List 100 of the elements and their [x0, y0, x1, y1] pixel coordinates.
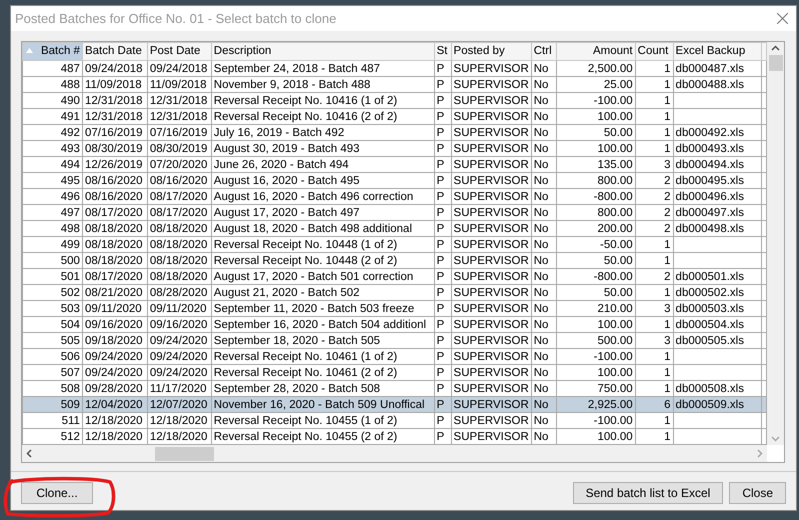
- table-cell: -100.00: [594, 414, 633, 427]
- table-row[interactable]: 504 09/16/2020 09/16/2020 September 16, 2020 - Batch 504 additionl P SUPERVISOR No 100.00 1 db000504.xls: [22, 316, 766, 333]
- dialog-button[interactable]: Send batch list to Excel: [572, 482, 724, 504]
- table-cell: 488: [60, 78, 80, 91]
- table-cell: 09/24/2018: [150, 62, 208, 75]
- table-cell: 08/17/2020: [84, 270, 143, 283]
- table-row[interactable]: 500 08/18/2020 08/18/2020 Reversal Receipt No. 10448 (2 of 2) P SUPERVISOR No 50.00 1: [22, 252, 766, 269]
- table-row[interactable]: 488 11/09/2018 11/09/2018 November 9, 2018 - Batch 488 P SUPERVISOR No 25.00 1 db000488.xls: [22, 76, 766, 93]
- table-cell: SUPERVISOR: [454, 174, 529, 187]
- table-row[interactable]: 506 09/24/2020 09/24/2020 Reversal Receipt No. 10461 (1 of 2) P SUPERVISOR No -100.00 1: [22, 348, 766, 365]
- column-header[interactable]: Posted by: [451, 42, 532, 61]
- table-cell: db000495.xls: [676, 174, 744, 187]
- table-row[interactable]: 491 12/31/2018 12/31/2018 Reversal Receipt No. 10416 (2 of 2) P SUPERVISOR No 100.00 1: [22, 108, 766, 125]
- table-cell: 210.00: [597, 302, 633, 315]
- table-cell: 501: [60, 270, 80, 283]
- scroll-down-icon[interactable]: [771, 436, 780, 442]
- table-row[interactable]: 495 08/16/2020 08/16/2020 August 16, 2020 - Batch 495 P SUPERVISOR No 800.00 2 db000495.xls: [22, 172, 766, 189]
- table-cell: 1: [664, 414, 671, 427]
- table-cell: 09/11/2020: [84, 302, 142, 315]
- table-cell: Reversal Receipt No. 10416 (1 of 2): [214, 94, 398, 107]
- table-row[interactable]: 508 09/28/2020 11/17/2020 September 28, 2020 - Batch 508 P SUPERVISOR No 750.00 1 db000508.xls: [22, 380, 766, 397]
- close-icon[interactable]: [777, 13, 788, 24]
- table-row[interactable]: 490 12/31/2018 12/31/2018 Reversal Receipt No. 10416 (1 of 2) P SUPERVISOR No -100.00 1: [22, 92, 766, 109]
- table-cell: 6: [664, 398, 671, 411]
- table-cell: SUPERVISOR: [454, 254, 529, 267]
- column-header[interactable]: Batch Date: [82, 42, 148, 61]
- table-cell: 100.00: [597, 110, 633, 123]
- table-row[interactable]: 499 08/18/2020 08/18/2020 Reversal Receipt No. 10448 (1 of 2) P SUPERVISOR No -50.00 1: [22, 236, 766, 253]
- table-cell: P: [436, 238, 444, 251]
- table-cell: P: [436, 126, 444, 139]
- table-cell: 496: [60, 190, 80, 203]
- table-cell: 1: [664, 318, 671, 331]
- table-row[interactable]: 501 08/17/2020 08/18/2020 August 17, 2020 - Batch 501 correction P SUPERVISOR No -800.00 2 db000501.xls: [22, 268, 766, 285]
- column-header[interactable]: Batch #: [22, 42, 82, 61]
- dialog-button[interactable]: Close: [729, 482, 786, 504]
- table-row[interactable]: 509 12/04/2020 12/07/2020 November 16, 2020 - Batch 509 Unoffical P SUPERVISOR No 2,925.00 6 db000509.xls: [22, 396, 766, 413]
- vertical-scrollbar[interactable]: [767, 42, 784, 445]
- column-header[interactable]: Count: [635, 42, 674, 61]
- column-header[interactable]: Ctrl: [531, 42, 556, 61]
- table-cell: August 18, 2020 - Batch 498 additional: [214, 222, 412, 235]
- table-cell: SUPERVISOR: [454, 382, 529, 395]
- table-cell: 12/31/2018: [84, 110, 143, 123]
- table-cell: 50.00: [604, 254, 633, 267]
- table-cell: No: [534, 334, 548, 347]
- table-cell: 11/17/2020: [150, 382, 207, 395]
- dialog-button[interactable]: Clone...: [21, 482, 93, 504]
- table-row[interactable]: 511 12/18/2020 12/18/2020 Reversal Receipt No. 10455 (1 of 2) P SUPERVISOR No -100.00 1: [22, 412, 766, 429]
- table-cell: 505: [60, 334, 80, 347]
- table-cell: No: [534, 158, 548, 171]
- scroll-thumb[interactable]: [768, 55, 782, 71]
- table-cell: 09/28/2020: [84, 382, 143, 395]
- scroll-thumb[interactable]: [155, 446, 214, 460]
- table-cell: 09/24/2020: [150, 334, 208, 347]
- table-cell: 512: [60, 430, 80, 443]
- table-cell: No: [534, 94, 548, 107]
- table-cell: 800.00: [597, 206, 633, 219]
- table-cell: 1: [664, 110, 671, 123]
- table-cell: SUPERVISOR: [454, 302, 529, 315]
- table-cell: 1: [664, 254, 671, 267]
- table-cell: 1: [664, 94, 671, 107]
- column-header[interactable]: Amount: [556, 42, 636, 61]
- scroll-left-icon[interactable]: [26, 449, 32, 458]
- table-cell: SUPERVISOR: [454, 126, 529, 139]
- table-row[interactable]: 503 09/11/2020 09/11/2020 September 11, 2020 - Batch 503 freeze P SUPERVISOR No 210.00 3 db000503.xls: [22, 300, 766, 317]
- table-cell: Reversal Receipt No. 10448 (1 of 2): [214, 238, 398, 251]
- horizontal-scrollbar[interactable]: [22, 445, 767, 462]
- scroll-right-icon[interactable]: [757, 449, 763, 458]
- table-row[interactable]: 487 09/24/2018 09/24/2018 September 24, 2018 - Batch 487 P SUPERVISOR No 2,500.00 1 db000487.xls: [22, 60, 766, 77]
- table-cell: db000487.xls: [676, 62, 744, 75]
- table-cell: 2: [664, 190, 671, 203]
- table-row[interactable]: 507 09/24/2020 09/24/2020 Reversal Receipt No. 10461 (2 of 2) P SUPERVISOR No 100.00 1: [22, 364, 766, 381]
- table-cell: SUPERVISOR: [454, 366, 529, 379]
- table-row[interactable]: 505 09/18/2020 09/24/2020 September 18, 2020 - Batch 505 P SUPERVISOR No 500.00 3 db000505.xls: [22, 332, 766, 349]
- table-cell: P: [436, 158, 444, 171]
- table-row[interactable]: 493 08/30/2019 08/30/2019 August 30, 2019 - Batch 493 P SUPERVISOR No 100.00 1 db000493.xls: [22, 140, 766, 157]
- column-header[interactable]: St: [434, 42, 452, 61]
- table-cell: 1: [664, 62, 671, 75]
- table-row[interactable]: 494 12/26/2019 07/20/2020 June 26, 2020 - Batch 494 P SUPERVISOR No 135.00 3 db000494.xls: [22, 156, 766, 173]
- column-header[interactable]: Description: [211, 42, 434, 61]
- table-cell: 1: [664, 350, 671, 363]
- table-cell: 08/28/2020: [150, 286, 208, 299]
- table-row[interactable]: 498 08/18/2020 08/18/2020 August 18, 2020 - Batch 498 additional P SUPERVISOR No 200.00 2 db000498.xls: [22, 220, 766, 237]
- table-cell: P: [436, 254, 444, 267]
- table-cell: No: [534, 62, 548, 75]
- table-cell: SUPERVISOR: [454, 414, 529, 427]
- table-cell: 08/18/2020: [84, 222, 143, 235]
- table-cell: db000505.xls: [676, 334, 744, 347]
- table-cell: 12/26/2019: [84, 158, 143, 171]
- table-cell: P: [436, 414, 444, 427]
- table-row[interactable]: 496 08/16/2020 08/17/2020 August 16, 2020 - Batch 496 correction P SUPERVISOR No -800.00 2 db000496.xls: [22, 188, 766, 205]
- column-header[interactable]: Excel Backup: [673, 42, 762, 61]
- column-header[interactable]: Post Date: [147, 42, 212, 61]
- table-row[interactable]: 512 12/18/2020 12/18/2020 Reversal Receipt No. 10455 (2 of 2) P SUPERVISOR No 100.00 1: [22, 428, 766, 445]
- table-row[interactable]: 497 08/17/2020 08/17/2020 August 17, 2020 - Batch 497 P SUPERVISOR No 800.00 2 db000497.xls: [22, 204, 766, 221]
- table-row[interactable]: 502 08/21/2020 08/28/2020 August 21, 2020 - Batch 502 P SUPERVISOR No 50.00 1 db000502.xls: [22, 284, 766, 301]
- scroll-up-icon[interactable]: [771, 45, 780, 51]
- table-row[interactable]: 492 07/16/2019 07/16/2019 July 16, 2019 - Batch 492 P SUPERVISOR No 50.00 1 db000492.xls: [22, 124, 766, 141]
- table-cell: No: [534, 318, 548, 331]
- table-cell: 3: [664, 302, 671, 315]
- table-cell: Reversal Receipt No. 10416 (2 of 2): [214, 110, 398, 123]
